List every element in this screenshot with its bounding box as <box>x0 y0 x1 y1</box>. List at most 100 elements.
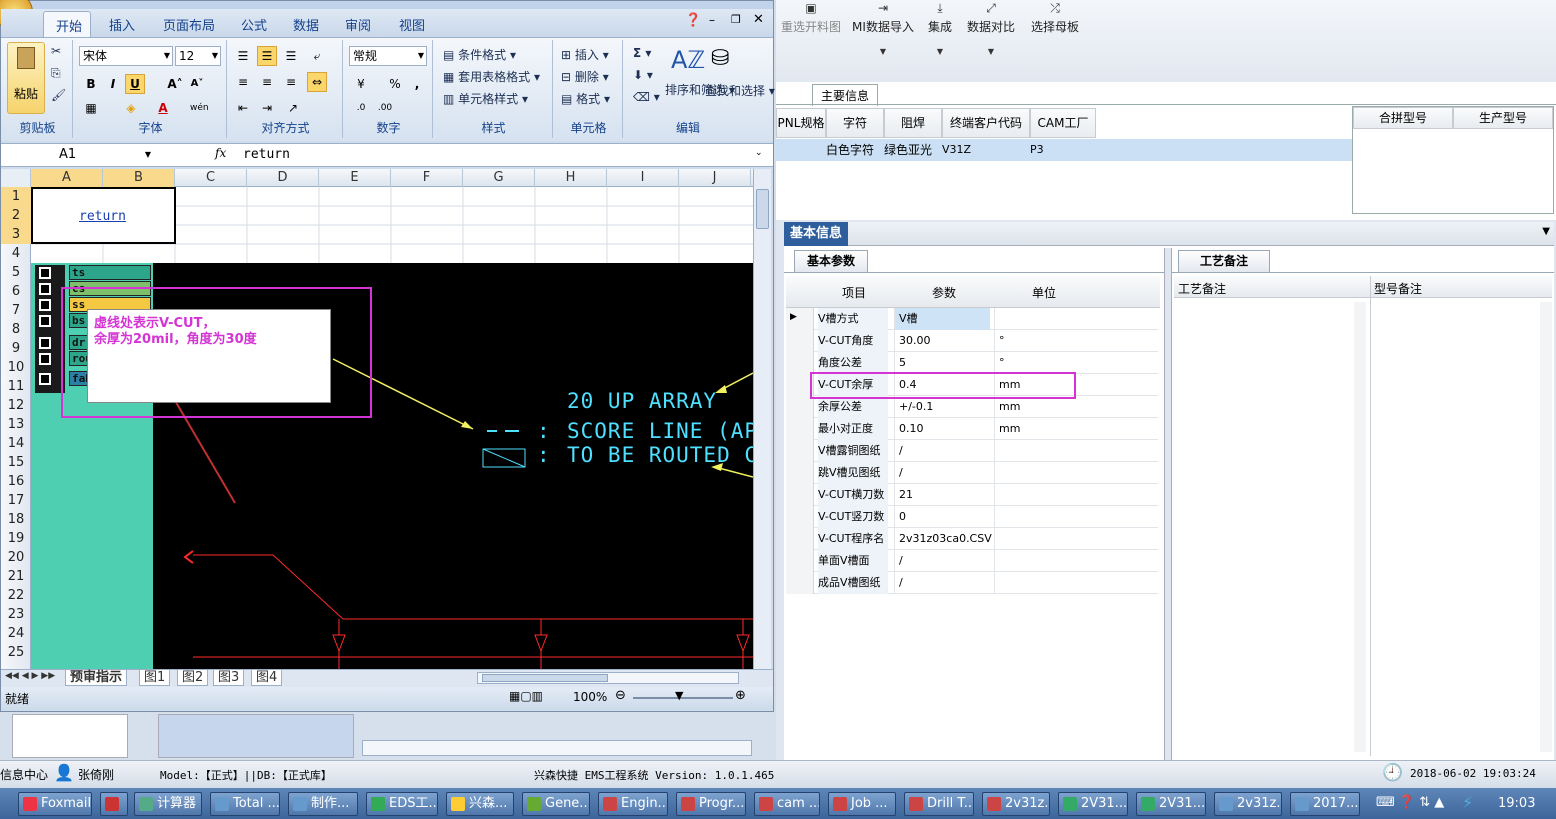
integrate-button[interactable]: ⤓ 集成 ▼ <box>922 2 958 72</box>
col-craft-note[interactable]: 工艺备注 <box>1178 280 1226 297</box>
param-value[interactable]: / <box>894 572 990 594</box>
col-solder-mask[interactable]: 阻焊 <box>884 108 942 138</box>
param-value[interactable]: / <box>894 440 990 462</box>
param-value[interactable]: / <box>894 462 990 484</box>
row-header-16[interactable]: 16 <box>1 472 31 491</box>
tab-view[interactable]: 视图 <box>399 15 425 34</box>
col-customer-code[interactable]: 终端客户代码 <box>942 108 1030 138</box>
scroll-thumb[interactable] <box>756 189 769 229</box>
zoom-thumb-icon[interactable]: ▼ <box>675 689 683 702</box>
row-header-18[interactable]: 18 <box>1 510 31 529</box>
row-header-9[interactable]: 9 <box>1 339 31 358</box>
paste-button[interactable]: 粘贴 <box>7 42 45 114</box>
find-select-button[interactable]: 查找和选择 ▾ <box>705 82 775 99</box>
align-right-icon[interactable]: ≡ <box>281 72 301 92</box>
row-header-14[interactable]: 14 <box>1 434 31 453</box>
decrease-decimal-icon[interactable]: .00 <box>375 98 395 118</box>
bg-horizontal-scrollbar[interactable] <box>362 740 752 756</box>
tab-page-layout[interactable]: 页面布局 <box>163 15 215 34</box>
row-header-10[interactable]: 10 <box>1 358 31 377</box>
param-value[interactable]: 2v31z03ca0.CSV <box>894 528 992 550</box>
column-header-i[interactable]: I <box>607 169 679 187</box>
align-bottom-icon[interactable]: ☰ <box>281 46 301 66</box>
autosum-icon[interactable]: Σ ▾ <box>633 46 651 60</box>
tab-basic-params[interactable]: 基本参数 <box>794 250 869 272</box>
h-scroll-thumb[interactable] <box>482 674 608 682</box>
border-icon[interactable]: ▦ <box>81 98 101 118</box>
col-legend[interactable]: 字符 <box>826 108 884 138</box>
column-header-d[interactable]: D <box>247 169 319 187</box>
layer-checkbox-rou[interactable] <box>39 353 51 365</box>
param-row[interactable]: V-CUT角度 30.00 ° <box>814 330 1158 352</box>
zoom-level[interactable]: 100% <box>573 690 607 704</box>
tab-data[interactable]: 数据 <box>293 15 319 34</box>
layer-label-ts[interactable]: ts <box>69 265 151 280</box>
bold-button[interactable]: B <box>81 74 101 94</box>
param-row[interactable]: V-CUT横刀数 21 <box>814 484 1158 506</box>
tab-insert[interactable]: 插入 <box>109 15 135 34</box>
model-note-scrollbar[interactable] <box>1540 302 1552 752</box>
row-header-21[interactable]: 21 <box>1 567 31 586</box>
column-header-a[interactable]: A <box>31 169 103 187</box>
wrap-text-icon[interactable]: ⤶ <box>307 46 327 66</box>
param-value[interactable]: 5 <box>894 352 990 374</box>
column-header-h[interactable]: H <box>535 169 607 187</box>
delete-cells-button[interactable]: ⊟ 删除 ▾ <box>561 68 609 85</box>
layer-checkbox-ss[interactable] <box>39 299 51 311</box>
layer-checkbox-fab[interactable] <box>39 373 51 385</box>
reselect-cut-map-button[interactable]: ▣ 重选开料图 <box>778 2 844 72</box>
cell-style-button[interactable]: ▥ 单元格样式 ▾ <box>443 90 528 107</box>
row-header-7[interactable]: 7 <box>1 301 31 320</box>
tab-review[interactable]: 审阅 <box>345 15 371 34</box>
help-icon[interactable]: ❓ <box>685 13 701 28</box>
row-header-22[interactable]: 22 <box>1 586 31 605</box>
taskbar-item[interactable]: Job ... <box>828 792 896 816</box>
taskbar-item[interactable]: 计算器 <box>134 792 202 816</box>
zoom-in-icon[interactable]: ⊕ <box>735 688 746 703</box>
taskbar-item[interactable]: Engin... <box>598 792 668 816</box>
param-row[interactable]: 成品V槽图纸 / <box>814 572 1158 594</box>
select-mother-board-button[interactable]: ⤮ 选择母板 <box>1028 2 1082 72</box>
taskbar-item[interactable]: 2V31... <box>1136 792 1206 816</box>
row-header-12[interactable]: 12 <box>1 396 31 415</box>
main-selected-row[interactable]: 白色字符 绿色亚光 V31Z P3 <box>776 139 1352 161</box>
taskbar-item[interactable]: 2v31z... <box>982 792 1050 816</box>
align-center-icon[interactable]: ≡ <box>257 72 277 92</box>
taskbar-item[interactable]: 2v31z... <box>1214 792 1282 816</box>
column-header-g[interactable]: G <box>463 169 535 187</box>
align-middle-icon[interactable]: ☰ <box>257 46 277 66</box>
row-header-1[interactable]: 1 <box>1 187 31 206</box>
fill-icon[interactable]: ⬇ ▾ <box>633 68 653 82</box>
selected-cell-a1[interactable]: return <box>31 187 176 244</box>
number-format-select[interactable]: 常规 ▼ <box>349 46 427 66</box>
info-center-link[interactable]: 信息中心 <box>0 766 48 783</box>
insert-cells-button[interactable]: ⊞ 插入 ▾ <box>561 46 609 63</box>
italic-button[interactable]: I <box>103 74 123 94</box>
main-info-tab[interactable]: 主要信息 <box>812 84 879 106</box>
select-all-corner[interactable] <box>1 169 31 187</box>
row-header-15[interactable]: 15 <box>1 453 31 472</box>
font-color-icon[interactable]: A <box>153 98 173 118</box>
font-size-select[interactable]: 12 ▼ <box>175 46 221 66</box>
font-name-select[interactable]: 宋体 ▼ <box>79 46 173 66</box>
row-header-6[interactable]: 6 <box>1 282 31 301</box>
minimize-icon[interactable]: – <box>709 13 715 27</box>
name-box[interactable]: A1 ▼ <box>3 146 153 164</box>
param-row[interactable]: V槽露铜图纸 / <box>814 440 1158 462</box>
increase-decimal-icon[interactable]: .0 <box>351 98 371 118</box>
layer-checkbox-cs[interactable] <box>39 283 51 295</box>
param-row[interactable]: V-CUT程序名 2v31z03ca0.CSV <box>814 528 1158 550</box>
sheet-tab-4[interactable]: 图4 <box>251 670 283 686</box>
taskbar-item[interactable]: Gene... <box>522 792 590 816</box>
fx-icon[interactable]: fx <box>215 146 226 160</box>
taskbar-item[interactable]: Foxmail <box>18 792 92 816</box>
format-cells-button[interactable]: ▤ 格式 ▾ <box>561 90 610 107</box>
percent-icon[interactable]: % <box>385 74 405 94</box>
copy-icon[interactable]: ⎘ <box>51 66 61 81</box>
param-value[interactable]: 30.00 <box>894 330 990 352</box>
taskbar-item[interactable]: 2V31... <box>1058 792 1128 816</box>
sheet-tab-3[interactable]: 图3 <box>213 670 245 686</box>
param-row[interactable]: V槽方式 V槽 <box>814 308 1158 330</box>
tab-craft-note[interactable]: 工艺备注 <box>1178 250 1270 272</box>
param-value[interactable]: 0 <box>894 506 990 528</box>
